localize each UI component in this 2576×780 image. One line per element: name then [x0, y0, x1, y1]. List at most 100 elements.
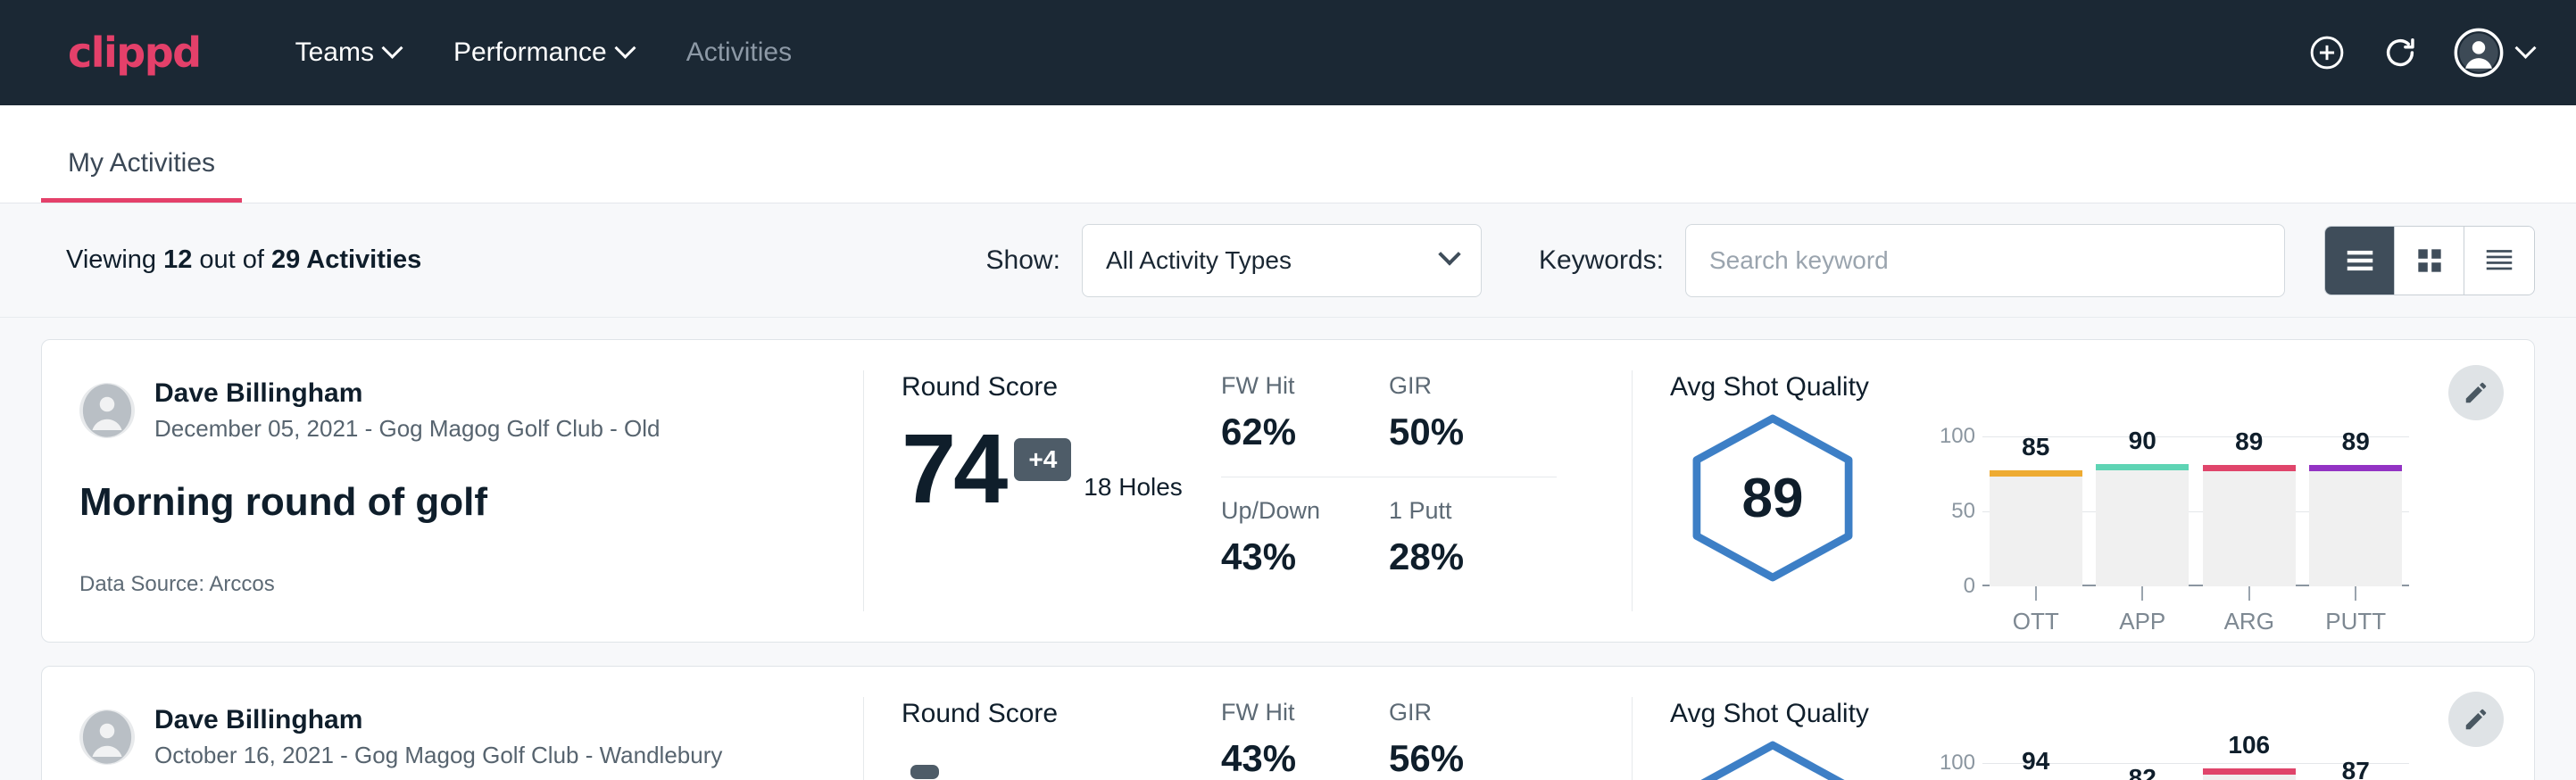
bar-cap — [2309, 465, 2402, 471]
y-tick-100: 100 — [1940, 751, 1975, 776]
refresh-icon[interactable] — [2381, 33, 2420, 72]
keywords-label: Keywords: — [1539, 245, 1664, 276]
viewing-count: 12 — [163, 245, 192, 274]
score-diff-badge: +4 — [1014, 438, 1071, 481]
nav-item-teams[interactable]: Teams — [269, 27, 427, 79]
activity-user: Dave Billingham December 05, 2021 - Gog … — [79, 378, 863, 443]
viewing-middle: out of — [192, 245, 271, 274]
pencil-icon — [2463, 706, 2489, 733]
bar-group: 82 — [2090, 763, 2197, 780]
activity-user: Dave Billingham October 16, 2021 - Gog M… — [79, 704, 863, 769]
round-score-row — [902, 751, 1221, 779]
tick-mark — [2141, 586, 2143, 601]
header-actions — [2307, 28, 2533, 78]
avg-shot-quality-section: Avg Shot Quality 100 50 0 — [1633, 667, 2534, 780]
stat-label: 1 Putt — [1389, 497, 1557, 525]
nav-item-performance[interactable]: Performance — [427, 27, 660, 79]
chevron-down-icon — [381, 37, 403, 58]
viewing-summary: Viewing 12 out of 29 Activities — [66, 245, 421, 275]
activity-card[interactable]: Dave Billingham December 05, 2021 - Gog … — [41, 339, 2535, 643]
activity-card[interactable]: Dave Billingham October 16, 2021 - Gog M… — [41, 666, 2535, 780]
round-score-section: Round Score — [864, 667, 1221, 780]
avg-shot-quality-section: Avg Shot Quality 89 100 50 0 — [1633, 340, 2534, 642]
y-tick-50: 50 — [1951, 499, 1975, 524]
filter-toolbar: Viewing 12 out of 29 Activities Show: Al… — [0, 203, 2576, 318]
stat-fw-hit: FW Hit 62% — [1221, 372, 1389, 466]
stat-value: 43% — [1221, 535, 1389, 578]
round-score-label: Round Score — [902, 699, 1221, 729]
compact-view-icon — [2482, 244, 2516, 278]
stat-value: 50% — [1389, 411, 1557, 453]
activity-type-select[interactable]: All Activity Types — [1082, 224, 1482, 297]
plus-circle-icon[interactable] — [2307, 33, 2347, 72]
avg-shot-quality-body: 89 100 50 0 85908989 OTTAPPARGPUTT — [1670, 410, 2534, 586]
tick-mark — [2035, 586, 2037, 601]
activity-meta: December 05, 2021 - Gog Magog Golf Club … — [154, 415, 661, 443]
round-score-label: Round Score — [902, 372, 1221, 402]
activity-title: Morning round of golf — [79, 480, 863, 525]
chevron-down-icon — [614, 37, 636, 58]
chart-y-axis: 100 50 0 — [1929, 436, 1982, 586]
stats-column-left: FW Hit 43% — [1221, 699, 1389, 780]
bar-value-label: 89 — [2303, 427, 2410, 456]
search-input[interactable] — [1709, 246, 2261, 275]
activities-list: Dave Billingham December 05, 2021 - Gog … — [0, 318, 2576, 780]
nav-label-teams: Teams — [295, 37, 374, 68]
bar-cap — [1990, 470, 2082, 477]
activity-type-value: All Activity Types — [1106, 246, 1292, 275]
bar-putt — [2309, 465, 2402, 586]
bar-group: 87 — [2303, 763, 2410, 780]
pencil-icon — [2463, 379, 2489, 406]
show-label: Show: — [986, 245, 1060, 276]
stat-label: FW Hit — [1221, 372, 1389, 400]
user-name: Dave Billingham — [154, 704, 722, 736]
activity-meta: October 16, 2021 - Gog Magog Golf Club -… — [154, 742, 722, 769]
quality-score: 89 — [1670, 467, 1875, 530]
tick-label: PUTT — [2325, 608, 2386, 635]
chart-plot-area: 85908989 OTTAPPARGPUTT — [1982, 436, 2409, 586]
quality-hexagon — [1670, 740, 1875, 780]
page-tabbar: My Activities — [0, 105, 2576, 203]
nav-label-performance: Performance — [453, 37, 607, 68]
bar-group: 89 — [2303, 436, 2410, 586]
bar-cap — [2203, 768, 2296, 775]
grid-view-button[interactable] — [2395, 227, 2464, 295]
stat-gir: GIR 56% — [1389, 699, 1557, 780]
bar-value-label: 82 — [2090, 764, 2197, 780]
stat-label: FW Hit — [1221, 699, 1389, 726]
activity-info: Dave Billingham October 16, 2021 - Gog M… — [42, 667, 863, 780]
bar-value-label: 89 — [2196, 427, 2303, 456]
tab-label: My Activities — [68, 148, 215, 178]
stat-value: 43% — [1221, 737, 1389, 780]
stat-label: GIR — [1389, 699, 1557, 726]
viewing-prefix: Viewing — [66, 245, 163, 274]
avg-shot-quality-label: Avg Shot Quality — [1670, 699, 2534, 729]
round-score-section: Round Score 74 +4 18 Holes — [864, 340, 1221, 642]
avg-shot-quality-label: Avg Shot Quality — [1670, 372, 2534, 402]
account-menu[interactable] — [2454, 28, 2533, 78]
filter-controls: Show: All Activity Types Keywords: — [986, 224, 2535, 297]
nav-item-activities[interactable]: Activities — [660, 27, 819, 79]
stat-gir: GIR 50% — [1389, 372, 1557, 466]
round-stats: FW Hit 62% Up/Down 43% GIR 50% 1 Putt 28… — [1221, 340, 1632, 642]
edit-activity-button[interactable] — [2448, 692, 2504, 747]
x-tick-app: APP — [2090, 586, 2197, 635]
stats-column-left: FW Hit 62% Up/Down 43% — [1221, 372, 1389, 642]
clippd-logo[interactable]: clippd — [68, 29, 201, 77]
search-field-wrapper[interactable] — [1685, 224, 2285, 297]
stat-value: 62% — [1221, 411, 1389, 453]
main-navigation: Teams Performance Activities — [269, 27, 819, 79]
view-mode-toggle — [2324, 226, 2535, 295]
tick-label: APP — [2119, 608, 2165, 635]
tab-my-activities[interactable]: My Activities — [41, 148, 242, 203]
shot-quality-chart: 100 50 0 948210687 OTTAPPARGPUTT — [1929, 736, 2409, 780]
bar-value-label: 106 — [2196, 731, 2303, 759]
compact-view-button[interactable] — [2464, 227, 2534, 295]
tick-mark — [2355, 586, 2356, 601]
nav-label-activities: Activities — [686, 37, 792, 68]
edit-activity-button[interactable] — [2448, 365, 2504, 420]
list-view-button[interactable] — [2325, 227, 2395, 295]
stat-label: Up/Down — [1221, 497, 1389, 525]
activity-data-source: Data Source: Arccos — [79, 572, 275, 597]
round-score-value: 74 — [902, 424, 1005, 514]
